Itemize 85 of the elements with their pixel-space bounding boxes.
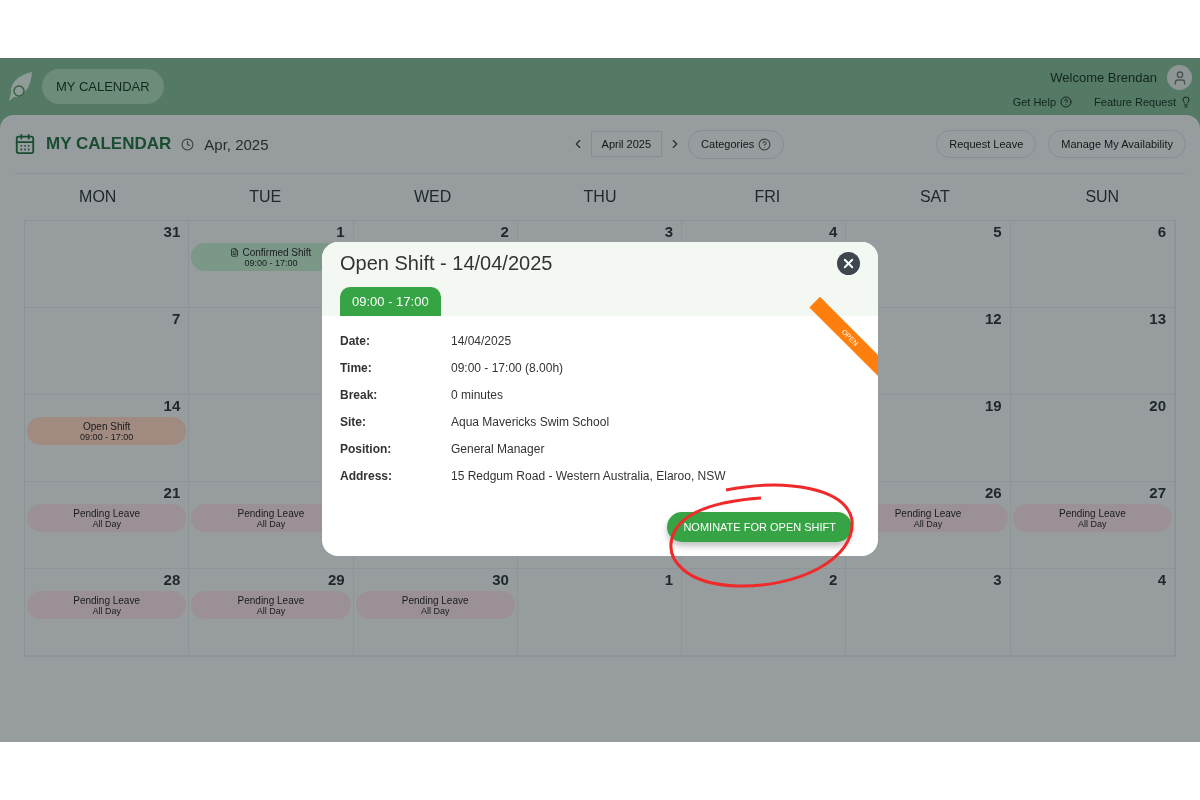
time-tab[interactable]: 09:00 - 17:00 bbox=[340, 287, 441, 316]
calendar-icon bbox=[14, 133, 36, 155]
day-number: 26 bbox=[985, 484, 1003, 501]
day-cell[interactable]: 2 bbox=[682, 569, 847, 656]
field-value: General Manager bbox=[451, 442, 545, 456]
field-label: Break: bbox=[340, 388, 379, 402]
field-value: 15 Redgum Road - Western Australia, Elaroo, NSW bbox=[451, 469, 726, 483]
day-cell[interactable]: 4 bbox=[1010, 569, 1175, 656]
action-button[interactable]: Manage My Availability bbox=[1048, 130, 1186, 158]
weekday-label: SAT bbox=[918, 188, 951, 206]
day-number: 20 bbox=[1149, 397, 1167, 414]
calendar-event[interactable]: Open Shift 09:00 - 17:00 bbox=[27, 417, 187, 445]
field-value: 09:00 - 17:00 (8.00h) bbox=[451, 361, 564, 375]
help-icon bbox=[1060, 96, 1073, 108]
weekday-label: MON bbox=[78, 188, 118, 206]
day-number: 14 bbox=[163, 397, 182, 414]
month-label: April 2025 bbox=[590, 131, 663, 157]
day-cell[interactable]: 1 bbox=[517, 569, 683, 656]
my-calendar-nav-button[interactable]: MY CALENDAR bbox=[42, 69, 164, 104]
day-number: 4 bbox=[1157, 571, 1167, 588]
leaf-clock-logo-icon bbox=[8, 70, 34, 103]
field-label: Site: bbox=[340, 415, 367, 429]
avatar-icon[interactable] bbox=[1167, 65, 1192, 90]
help-icon bbox=[758, 137, 772, 151]
clock-icon bbox=[181, 137, 195, 151]
day-cell[interactable]: 28 Pending Leave All Day bbox=[25, 569, 190, 656]
day-number: 12 bbox=[985, 310, 1003, 327]
day-cell[interactable]: 29 Pending Leave All Day bbox=[189, 569, 354, 656]
day-number: 29 bbox=[327, 571, 346, 588]
weekday-label: SUN bbox=[1084, 188, 1121, 206]
weekday-label: FRI bbox=[753, 188, 782, 206]
day-cell[interactable]: 20 bbox=[1010, 395, 1175, 482]
categories-button[interactable]: Categories bbox=[688, 129, 785, 159]
day-number: 5 bbox=[993, 223, 1003, 240]
day-cell[interactable]: 27 Pending Leave All Day bbox=[1010, 482, 1175, 569]
period-text: Apr, 2025 bbox=[204, 135, 269, 153]
action-button[interactable]: Request Leave bbox=[936, 130, 1037, 158]
day-cell[interactable]: 3 bbox=[846, 569, 1011, 656]
day-number: 1 bbox=[664, 571, 675, 588]
field-value: 0 minutes bbox=[451, 388, 504, 402]
field-label: Position: bbox=[340, 442, 393, 456]
day-number: 27 bbox=[1149, 484, 1167, 501]
close-button[interactable] bbox=[837, 252, 860, 275]
day-number: 2 bbox=[829, 571, 839, 588]
field-value: 14/04/2025 bbox=[451, 334, 512, 348]
field-label: Date: bbox=[340, 334, 371, 348]
day-number: 7 bbox=[171, 310, 182, 327]
page-title: MY CALENDAR bbox=[46, 134, 172, 154]
day-number: 1 bbox=[336, 223, 346, 240]
calendar-event[interactable]: Pending Leave All Day bbox=[27, 504, 187, 532]
close-icon bbox=[841, 256, 856, 271]
day-number: 30 bbox=[492, 571, 510, 588]
day-cell[interactable]: 30 Pending Leave All Day bbox=[353, 569, 518, 656]
day-number: 13 bbox=[1149, 310, 1167, 327]
calendar-event[interactable]: Pending Leave All Day bbox=[191, 591, 351, 619]
welcome-text: Welcome Brendan bbox=[1050, 70, 1157, 85]
calendar-event[interactable]: Pending Leave All Day bbox=[1012, 504, 1172, 532]
day-cell[interactable]: 6 bbox=[1010, 221, 1175, 308]
day-cell[interactable]: 14 Open Shift 09:00 - 17:00 bbox=[25, 395, 190, 482]
weekday-label: TUE bbox=[248, 188, 283, 206]
day-cell[interactable]: 7 bbox=[25, 308, 190, 395]
calendar-event[interactable]: Pending Leave All Day bbox=[27, 591, 187, 619]
get-help-link[interactable]: Get Help bbox=[1012, 96, 1073, 108]
weekday-label: WED bbox=[412, 188, 453, 206]
field-label: Time: bbox=[340, 361, 373, 375]
weekday-label: THU bbox=[582, 188, 618, 206]
field-value: Aqua Mavericks Swim School bbox=[451, 415, 610, 429]
day-number: 4 bbox=[829, 223, 839, 240]
nominate-button[interactable]: NOMINATE FOR OPEN SHIFT bbox=[667, 512, 852, 542]
day-cell[interactable]: 13 bbox=[1010, 308, 1175, 395]
day-number: 6 bbox=[1157, 223, 1167, 240]
day-number: 3 bbox=[664, 223, 675, 240]
day-number: 2 bbox=[500, 223, 510, 240]
field-label: Address: bbox=[340, 469, 393, 483]
day-number: 28 bbox=[163, 571, 182, 588]
calendar-event[interactable]: Pending Leave All Day bbox=[355, 591, 515, 619]
feature-request-link[interactable]: Feature Request bbox=[1094, 96, 1192, 108]
day-number: 3 bbox=[993, 571, 1003, 588]
day-cell[interactable]: 21 Pending Leave All Day bbox=[25, 482, 190, 569]
document-icon bbox=[230, 247, 240, 257]
day-cell[interactable]: 31 bbox=[25, 221, 190, 308]
lightbulb-icon bbox=[1180, 96, 1192, 108]
day-number: 21 bbox=[163, 484, 182, 501]
day-number: 31 bbox=[163, 223, 182, 240]
day-number: 19 bbox=[985, 397, 1003, 414]
